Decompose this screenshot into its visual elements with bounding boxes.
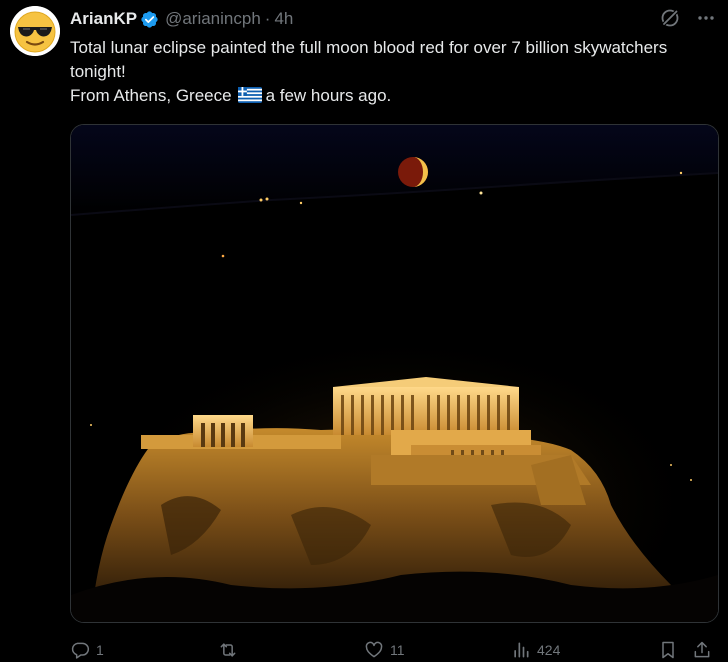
tweet-text-line1: Total lunar eclipse painted the full moo… xyxy=(70,38,668,81)
views-button[interactable]: 424 xyxy=(511,638,560,662)
reply-count: 1 xyxy=(96,642,104,658)
tweet-text-suffix: a few hours ago. xyxy=(265,86,392,105)
top-actions xyxy=(660,8,716,28)
bookmark-icon xyxy=(662,641,674,659)
greece-flag-icon xyxy=(237,87,262,103)
retweet-icon xyxy=(220,643,236,657)
grok-icon[interactable] xyxy=(660,8,680,28)
author-handle[interactable]: @arianincph xyxy=(165,9,261,29)
share-icon xyxy=(694,641,710,658)
reply-button[interactable]: 1 xyxy=(70,638,104,662)
more-options-icon[interactable] xyxy=(696,8,716,28)
views-count: 424 xyxy=(537,642,561,658)
acropolis-night-photo xyxy=(71,125,718,622)
tweet-actions: 1 11 424 xyxy=(70,638,720,662)
separator-dot: · xyxy=(264,9,271,28)
tweet-header: ArianKP @arianincph · 4h xyxy=(70,8,293,30)
avatar[interactable] xyxy=(10,6,60,56)
like-button[interactable]: 11 xyxy=(364,638,405,662)
views-icon xyxy=(514,642,529,658)
retweet-button[interactable] xyxy=(217,638,245,662)
bookmark-button[interactable] xyxy=(658,638,678,662)
author-name[interactable]: ArianKP xyxy=(70,9,137,29)
timestamp[interactable]: 4h xyxy=(274,9,293,29)
tweet-text-line2: From Athens, Greece a few hours ago. xyxy=(70,84,710,108)
tweet-text-location: From Athens, Greece xyxy=(70,86,232,105)
tweet-text: Total lunar eclipse painted the full moo… xyxy=(70,36,710,108)
reply-icon xyxy=(71,642,90,659)
verified-badge-icon[interactable] xyxy=(140,10,159,29)
sunglasses-emoji-icon xyxy=(10,6,60,56)
like-count: 11 xyxy=(390,642,405,658)
heart-icon xyxy=(365,641,383,658)
share-button[interactable] xyxy=(692,638,712,662)
tweet-media[interactable] xyxy=(70,124,719,623)
parthenon xyxy=(333,387,519,435)
